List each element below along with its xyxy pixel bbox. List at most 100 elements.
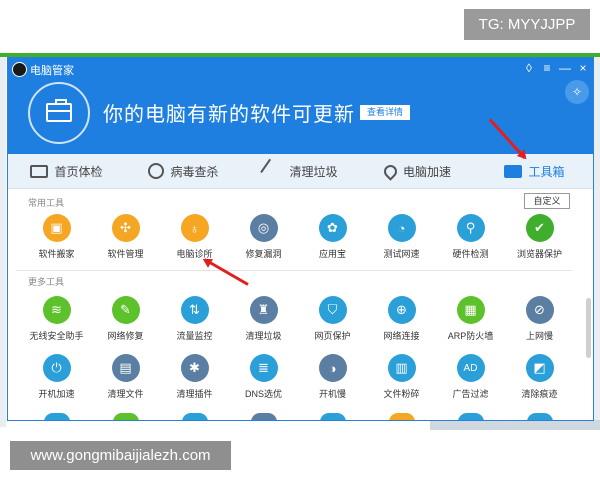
tool-label: DNS选优: [244, 389, 282, 399]
tool-label: 修复漏洞: [245, 249, 282, 259]
firewall-icon: ▦: [456, 296, 485, 324]
app-logo-icon: [12, 62, 27, 77]
title-bar[interactable]: 电脑管家 ◊ ≡ — ×: [8, 58, 593, 80]
tool-label: 硬件检测: [452, 249, 489, 259]
tool-item[interactable]: ✣ 软件管理: [91, 210, 160, 268]
tool-item[interactable]: ⊘ 上网慢: [505, 292, 574, 350]
tab-virus[interactable]: 病毒查杀: [125, 154, 242, 188]
customize-button[interactable]: 自定义: [524, 193, 570, 209]
tool-item[interactable]: ▤ 清理文件: [91, 350, 160, 408]
banner-headline: 你的电脑有新的软件可更新: [103, 104, 355, 126]
network-globe-icon: ⊕: [387, 296, 416, 324]
shield-icon: ⛉: [318, 296, 347, 324]
partial-tool-item[interactable]: [229, 413, 298, 420]
tool-item[interactable]: ⚲ 硬件检测: [436, 210, 505, 268]
truck-icon: ▣: [42, 214, 71, 242]
tool-label: 开机慢: [318, 389, 346, 399]
partial-tool-item[interactable]: [298, 413, 367, 420]
tool-label: 应用宝: [318, 249, 346, 259]
section-divider: [16, 270, 572, 271]
tool-item[interactable]: ⛉ 网页保护: [298, 292, 367, 350]
background-left-edge: [0, 57, 6, 427]
tool-item[interactable]: ✿ 应用宝: [298, 210, 367, 268]
toolbox-icon: [504, 164, 523, 178]
scrollbar[interactable]: [586, 298, 591, 358]
tool-label: 软件管理: [107, 249, 144, 259]
tab-label: 清理垃圾: [289, 164, 338, 179]
tool-label: 流量监控: [176, 331, 213, 341]
partial-tool-item[interactable]: [22, 413, 91, 420]
traffic-arrows-icon: ⇅: [180, 296, 209, 324]
slow-net-icon: ⊘: [525, 296, 554, 324]
virus-icon: [148, 163, 165, 179]
speedometer-icon: ◔: [387, 214, 416, 242]
tab-rocket[interactable]: 电脑加速: [359, 154, 476, 188]
tool-item[interactable]: ✱ 清理插件: [160, 350, 229, 408]
partial-tool-icon: [457, 413, 484, 420]
tool-label: 上网慢: [525, 331, 553, 341]
tool-label: 测试网速: [383, 249, 420, 259]
partial-tool-item[interactable]: [436, 413, 505, 420]
partial-tool-icon: [181, 413, 208, 420]
partial-tool-icon: [319, 413, 346, 420]
tool-item[interactable]: ▣ 软件搬家: [22, 210, 91, 268]
tool-item[interactable]: ⇅ 流量监控: [160, 292, 229, 350]
tool-label: 广告过滤: [452, 389, 489, 399]
skin-icon[interactable]: ◊: [523, 61, 535, 75]
common-tools-grid: ▣ 软件搬家 ✣ 软件管理 ♁ 电脑诊所 ◎ 修复漏洞 ✿ 应用宝 ◔ 测试网速 ⚲ 硬件检测 ✔ 浏览器保护: [22, 210, 574, 268]
tab-toolbox[interactable]: 工具箱: [476, 154, 593, 188]
partial-tool-item[interactable]: [505, 413, 574, 420]
tool-item[interactable]: ✎ 网络修复: [91, 292, 160, 350]
rocket-icon: [381, 161, 400, 181]
tool-item[interactable]: ♁ 电脑诊所: [160, 210, 229, 268]
tool-item[interactable]: AD 广告过滤: [436, 350, 505, 408]
wifi-icon: ≋: [42, 296, 71, 324]
tool-item[interactable]: ⏻ 开机加速: [22, 350, 91, 408]
close-icon[interactable]: ×: [577, 61, 589, 75]
pin-icon[interactable]: ✧: [565, 80, 589, 104]
partial-tool-icon: [526, 413, 553, 420]
plugin-icon: ✱: [180, 354, 209, 382]
tab-broom[interactable]: 清理垃圾: [242, 154, 359, 188]
partial-tool-item[interactable]: [160, 413, 229, 420]
tool-item[interactable]: ◑ 开机慢: [298, 350, 367, 408]
tool-item[interactable]: ♜ 清理垃圾: [229, 292, 298, 350]
watermark-bottom: www.gongmibaijialezh.com: [10, 441, 231, 470]
tool-item[interactable]: ◩ 清除痕迹: [505, 350, 574, 408]
partial-tool-item[interactable]: [367, 413, 436, 420]
common-tools-label: 常用工具: [28, 198, 65, 208]
minimize-icon[interactable]: —: [559, 61, 571, 75]
broom-icon: [260, 158, 287, 184]
tool-item[interactable]: ◎ 修复漏洞: [229, 210, 298, 268]
briefcase-icon: [46, 99, 72, 122]
tool-item[interactable]: ▥ 文件粉碎: [367, 350, 436, 408]
partial-tool-icon: [43, 413, 70, 420]
partial-tool-item[interactable]: [91, 413, 160, 420]
app-store-icon: ✿: [318, 214, 347, 242]
chip-search-icon: ⚲: [456, 214, 485, 242]
window-controls: ◊ ≡ — ×: [523, 61, 589, 75]
tool-item[interactable]: ⊕ 网络连接: [367, 292, 436, 350]
tool-item[interactable]: ≣ DNS选优: [229, 350, 298, 408]
boot-slow-icon: ◑: [318, 354, 347, 382]
more-tools-grid: ≋ 无线安全助手 ✎ 网络修复 ⇅ 流量监控 ♜ 清理垃圾 ⛉ 网页保护 ⊕ 网络连接 ▦ ARP防火墙 ⊘…: [22, 292, 574, 408]
tool-item[interactable]: ▦ ARP防火墙: [436, 292, 505, 350]
monitor-icon: [30, 164, 49, 178]
tool-label: 清理文件: [107, 389, 144, 399]
tool-label: 网络连接: [383, 331, 420, 341]
watermark-top: TG: MYYJJPP: [464, 9, 590, 40]
tool-item[interactable]: ◔ 测试网速: [367, 210, 436, 268]
tool-label: 文件粉碎: [383, 389, 420, 399]
shredder-icon: ▥: [387, 354, 416, 382]
tool-item[interactable]: ✔ 浏览器保护: [505, 210, 574, 268]
background-right-edge: [594, 57, 600, 427]
view-details-button[interactable]: 查看详情: [360, 105, 410, 120]
tool-label: 清除痕迹: [521, 389, 558, 399]
partial-tools-row: [22, 413, 574, 420]
tool-item[interactable]: ≋ 无线安全助手: [22, 292, 91, 350]
eraser-icon: ◩: [525, 354, 554, 382]
menu-icon[interactable]: ≡: [541, 61, 553, 75]
tab-monitor[interactable]: 首页体检: [8, 154, 125, 188]
partial-tool-icon: [388, 413, 415, 420]
tool-label: ARP防火墙: [447, 331, 494, 341]
